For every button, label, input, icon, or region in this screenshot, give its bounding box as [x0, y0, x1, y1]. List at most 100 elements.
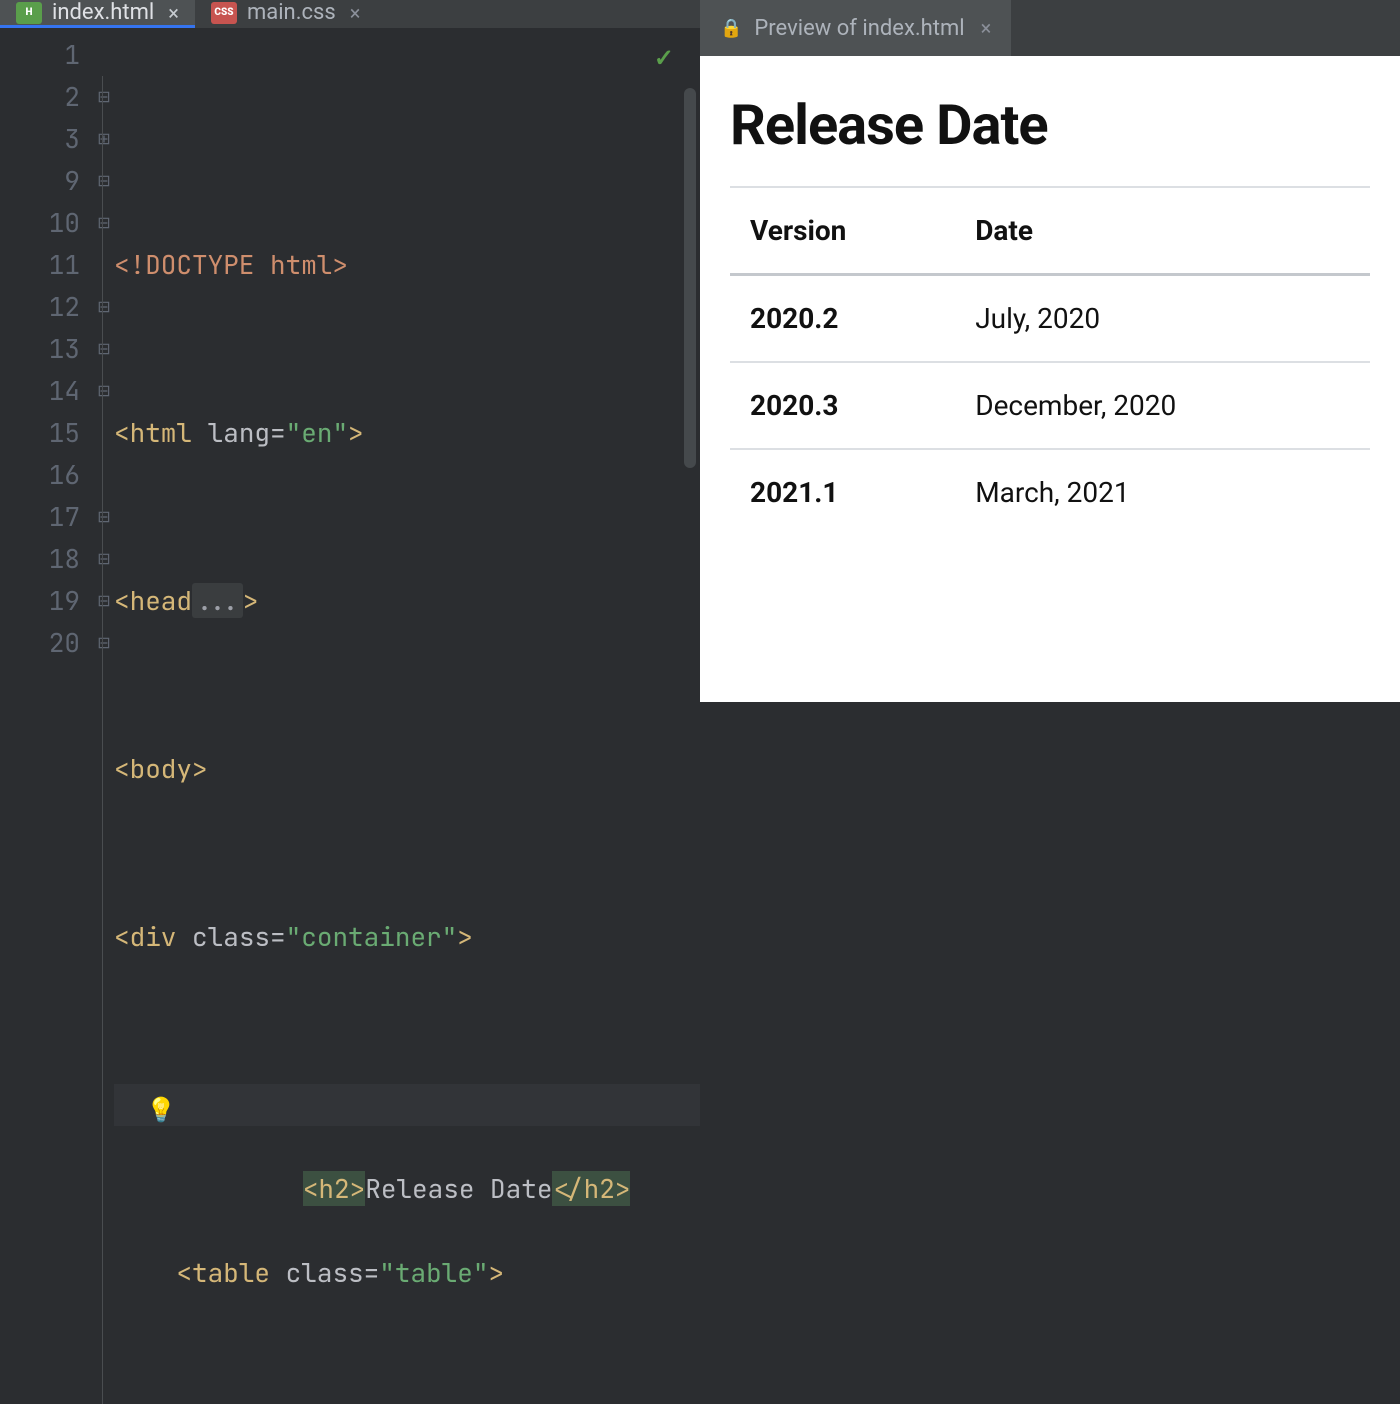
line-number: 15 [0, 412, 80, 454]
code-token: = [270, 919, 286, 954]
preview-heading: Release Date [730, 92, 1370, 158]
fold-toggle-icon[interactable]: ⊟ [94, 202, 114, 244]
code-token [176, 919, 192, 954]
line-number: 3 [0, 118, 80, 160]
code-token: > [457, 919, 473, 954]
code-token: > [488, 1255, 504, 1290]
code-token [270, 1255, 286, 1290]
code-token: < [303, 1171, 319, 1206]
fold-toggle-icon[interactable]: ⊟ [94, 622, 114, 664]
release-table: Version Date 2020.2 July, 2020 2020.3 De… [730, 186, 1370, 535]
left-pane: H index.html × CSS main.css × 1 2 3 9 10… [0, 0, 700, 702]
code-token: = [364, 1255, 380, 1290]
code-token: < [114, 751, 130, 786]
cell-date: July, 2020 [955, 275, 1370, 363]
code-editor[interactable]: 1 2 3 9 10 11 12 13 14 15 16 17 18 19 20… [0, 28, 700, 1404]
code-token: < [114, 919, 130, 954]
code-token: div [130, 919, 177, 954]
folded-placeholder[interactable]: ... [192, 583, 243, 618]
close-icon[interactable]: × [981, 16, 992, 40]
scrollbar[interactable] [684, 88, 696, 468]
code-token: > [615, 1171, 631, 1206]
lock-icon: 🔒 [720, 18, 742, 39]
css-file-icon: CSS [211, 2, 237, 24]
preview-tabstrip: 🔒 Preview of index.html × [700, 0, 1400, 56]
cell-version: 2020.3 [730, 362, 955, 449]
line-number: 20 [0, 622, 80, 664]
tab-preview[interactable]: 🔒 Preview of index.html × [700, 0, 1011, 56]
fold-toggle-icon[interactable]: ⊟ [94, 160, 114, 202]
code-token [192, 415, 208, 450]
code-token: </ [552, 1171, 583, 1206]
code-token: < [114, 415, 130, 450]
line-number: 17 [0, 496, 80, 538]
cell-date: March, 2021 [955, 449, 1370, 535]
html-file-icon: H [16, 2, 42, 24]
code-token: > [350, 1171, 366, 1206]
code-token: head [130, 583, 192, 618]
tab-label: index.html [52, 0, 154, 25]
table-row: 2021.1 March, 2021 [730, 449, 1370, 535]
fold-toggle-icon[interactable]: ⊟ [94, 76, 114, 118]
line-gutter: 1 2 3 9 10 11 12 13 14 15 16 17 18 19 20 [0, 28, 94, 1404]
code-token: h2 [318, 1171, 349, 1206]
cell-version: 2020.2 [730, 275, 955, 363]
code-token: class [286, 1255, 364, 1290]
line-number: 9 [0, 160, 80, 202]
code-token: "en" [286, 415, 348, 450]
tab-main-css[interactable]: CSS main.css × [195, 0, 376, 28]
fold-toggle-icon[interactable]: ⊟ [94, 496, 114, 538]
editor-tabstrip: H index.html × CSS main.css × [0, 0, 700, 28]
code-token: Release Date [365, 1171, 552, 1206]
line-number: 2 [0, 76, 80, 118]
line-number: 10 [0, 202, 80, 244]
th-version: Version [730, 187, 955, 275]
close-icon[interactable]: × [168, 1, 179, 25]
tab-label: Preview of index.html [754, 16, 964, 41]
line-number: 16 [0, 454, 80, 496]
code-token: > [192, 751, 208, 786]
fold-toggle-icon[interactable]: ⊞ [94, 118, 114, 160]
code-token: < [114, 583, 130, 618]
preview-body: Release Date Version Date 2020.2 July, 2… [700, 56, 1400, 702]
code-token: > [243, 583, 259, 618]
table-header-row: Version Date [730, 187, 1370, 275]
fold-toggle-icon[interactable]: ⊟ [94, 328, 114, 370]
code-token: > [348, 415, 364, 450]
close-icon[interactable]: × [350, 1, 361, 25]
code-token: class [192, 919, 270, 954]
fold-toggle-icon[interactable]: ⊟ [94, 538, 114, 580]
line-number: 14 [0, 370, 80, 412]
table-row: 2020.3 December, 2020 [730, 362, 1370, 449]
line-number: 18 [0, 538, 80, 580]
fold-column: ⊟ ⊞ ⊟ ⊟ ⊟ ⊟ ⊟ ⊟ ⊟ ⊟ ⊟ [94, 28, 114, 1404]
line-number: 11 [0, 244, 80, 286]
code-token: table [192, 1255, 270, 1290]
code-token: "container" [286, 919, 458, 954]
code-token: html [130, 415, 192, 450]
inspection-ok-icon[interactable]: ✓ [654, 38, 674, 80]
code-token: body [130, 751, 192, 786]
fold-guide [102, 76, 103, 1404]
fold-toggle-icon[interactable]: ⊟ [94, 370, 114, 412]
fold-toggle-icon[interactable]: ⊟ [94, 286, 114, 328]
fold-toggle-icon[interactable]: ⊟ [94, 580, 114, 622]
code-token: "table" [379, 1255, 488, 1290]
line-number: 13 [0, 328, 80, 370]
line-number: 12 [0, 286, 80, 328]
lightbulb-icon[interactable]: 💡 [146, 1090, 176, 1132]
right-pane: 🔒 Preview of index.html × Release Date V… [700, 0, 1400, 702]
table-row: 2020.2 July, 2020 [730, 275, 1370, 363]
code-area[interactable]: ✓ <!DOCTYPE html> <html lang="en"> <head… [114, 28, 700, 1404]
cell-version: 2021.1 [730, 449, 955, 535]
code-token: = [270, 415, 286, 450]
code-token: h2 [584, 1171, 615, 1206]
line-number: 19 [0, 580, 80, 622]
th-date: Date [955, 187, 1370, 275]
code-token: < [176, 1255, 192, 1290]
cell-date: December, 2020 [955, 362, 1370, 449]
code-token: lang [208, 415, 270, 450]
code-token: <!DOCTYPE html> [114, 247, 348, 282]
tab-index-html[interactable]: H index.html × [0, 0, 195, 28]
tab-label: main.css [247, 0, 336, 25]
